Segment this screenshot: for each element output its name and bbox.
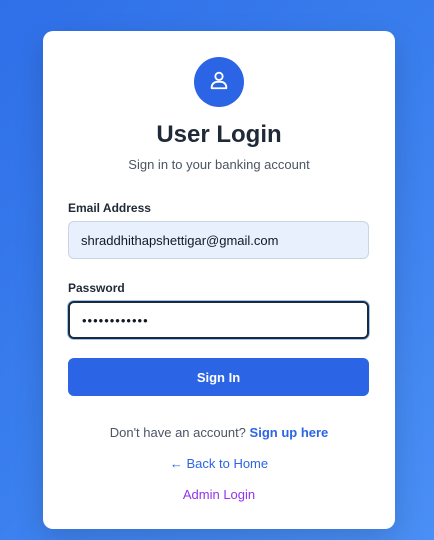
avatar <box>194 57 244 107</box>
password-field[interactable] <box>68 301 369 339</box>
email-field[interactable] <box>68 221 369 259</box>
email-label: Email Address <box>68 201 151 215</box>
page-subtitle: Sign in to your banking account <box>128 157 310 172</box>
sign-in-button[interactable]: Sign In <box>68 358 369 396</box>
admin-login-link[interactable]: Admin Login <box>43 487 395 502</box>
password-label: Password <box>68 281 125 295</box>
back-to-home-link[interactable]: ← Back to Home <box>43 456 395 471</box>
page-title: User Login <box>156 121 282 148</box>
user-icon <box>208 69 230 96</box>
signup-link[interactable]: Sign up here <box>250 425 329 440</box>
login-card: User Login Sign in to your banking accou… <box>43 31 395 529</box>
signup-prompt-line: Don't have an account? Sign up here <box>43 425 395 440</box>
signup-prompt: Don't have an account? <box>109 425 246 440</box>
